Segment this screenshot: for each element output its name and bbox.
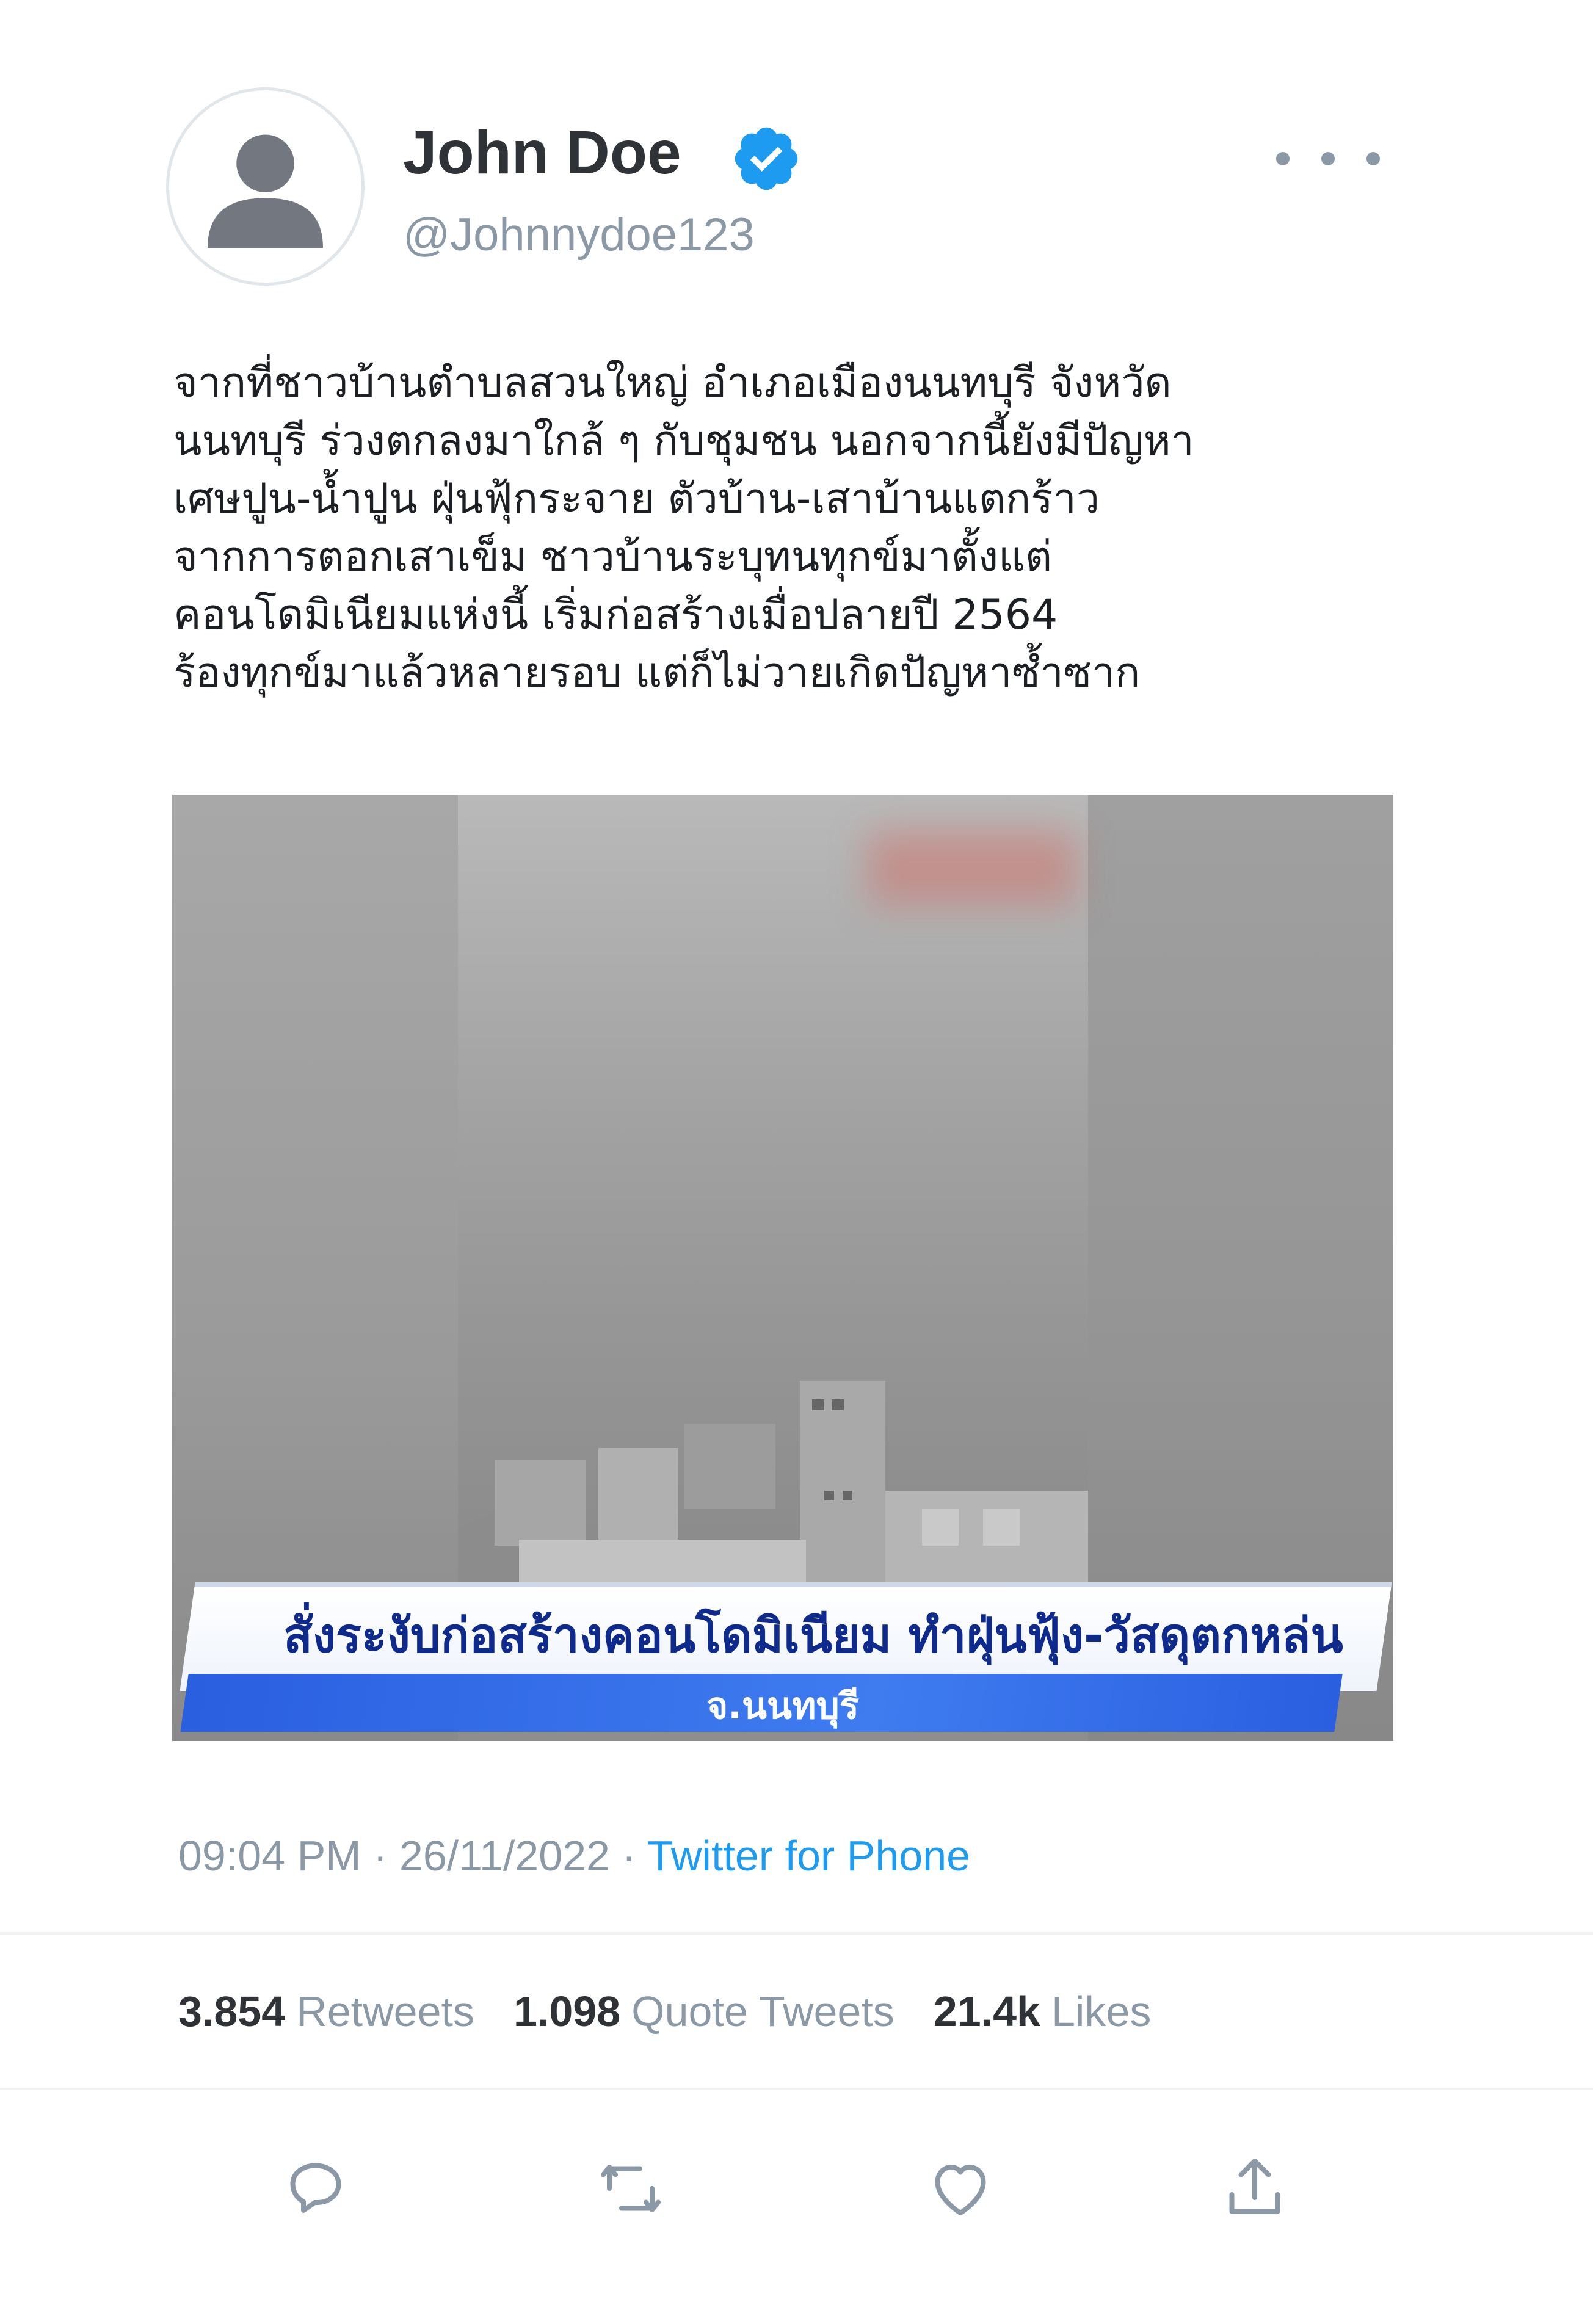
tweet-line: จากการตอกเสาเข็ม ชาวบ้านระบุทนทุกข์มาตั้… xyxy=(173,533,1053,581)
tweet-text: จากที่ชาวบ้านตำบลสวนใหญ่ อำเภอเมืองนนทบุ… xyxy=(173,354,1419,702)
news-location: จ.นนทบุรี xyxy=(706,1685,859,1728)
verified-badge-icon xyxy=(735,127,798,190)
tweet-meta: 09:04 PM · 26/11/2022 · Twitter for Phon… xyxy=(178,1828,970,1883)
retweet-button[interactable] xyxy=(591,2152,670,2225)
building-scene xyxy=(458,1381,1088,1582)
tweet-line: เศษปูน-น้ำปูน ฝุ่นฟุ้กระจาย ตัวบ้าน-เสาบ… xyxy=(173,475,1100,523)
like-count[interactable]: 21.4k xyxy=(934,1988,1040,2035)
author-handle[interactable]: @Johnnydoe123 xyxy=(403,205,755,266)
tweet-stats: 3.854 Retweets 1.098 Quote Tweets 21.4k Likes xyxy=(178,1984,1190,2039)
avatar[interactable] xyxy=(166,87,365,286)
more-dot xyxy=(1366,152,1380,165)
tweet-media[interactable]: สั่งระงับก่อสร้างคอนโดมิเนียม ทำฝุ่นฟุ้ง… xyxy=(172,795,1393,1741)
retweet-label[interactable]: Retweets xyxy=(296,1988,474,2035)
tweet-source[interactable]: Twitter for Phone xyxy=(647,1832,970,1880)
meta-separator: · xyxy=(610,1832,647,1880)
like-button[interactable] xyxy=(921,2152,1000,2225)
divider xyxy=(0,1932,1593,1935)
tweet-line: คอนโดมิเนียมแห่งนี้ เริ่มก่อสร้างเมื่อปล… xyxy=(173,591,1058,639)
reply-icon xyxy=(290,2163,341,2213)
news-headline: สั่งระงับก่อสร้างคอนโดมิเนียม ทำฝุ่นฟุ้ง… xyxy=(283,1609,1343,1663)
retweet-icon xyxy=(601,2165,661,2212)
reply-button[interactable] xyxy=(276,2152,355,2225)
quote-count[interactable]: 1.098 xyxy=(513,1988,620,2035)
more-dot xyxy=(1321,152,1335,165)
like-label[interactable]: Likes xyxy=(1051,1988,1151,2035)
tweet-date[interactable]: 26/11/2022 xyxy=(399,1832,610,1880)
meta-separator: · xyxy=(361,1832,399,1880)
divider xyxy=(0,2088,1593,2090)
like-icon xyxy=(935,2165,986,2215)
default-avatar-icon xyxy=(208,134,323,248)
retweet-count[interactable]: 3.854 xyxy=(178,1988,285,2035)
share-icon xyxy=(1229,2159,1280,2214)
author-name[interactable]: John Doe xyxy=(403,116,681,189)
more-options-icon[interactable] xyxy=(1276,140,1380,177)
tweet-time[interactable]: 09:04 PM xyxy=(178,1832,361,1880)
media-red-blur xyxy=(868,831,1076,905)
more-dot xyxy=(1276,152,1290,165)
tweet-line: จากที่ชาวบ้านตำบลสวนใหญ่ อำเภอเมืองนนทบุ… xyxy=(173,359,1172,407)
share-button[interactable] xyxy=(1215,2152,1294,2225)
quote-label[interactable]: Quote Tweets xyxy=(631,1988,894,2035)
tweet-line: ร้องทุกข์มาแล้วหลายรอบ แต่ก็ไม่วายเกิดปั… xyxy=(173,649,1141,697)
tweet-line: นนทบุรี ร่วงตกลงมาใกล้ ๆ กับชุมชน นอกจาก… xyxy=(173,417,1194,465)
